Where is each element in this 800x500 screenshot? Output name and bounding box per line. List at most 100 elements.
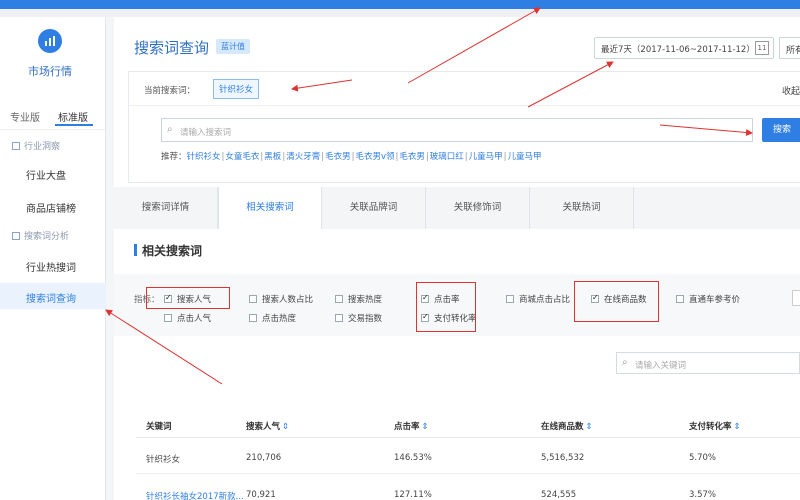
column-header-search-popularity[interactable]: 搜索人气 ⇕ bbox=[246, 420, 289, 432]
sidebar-item-product-ranking[interactable]: 商品店铺榜 bbox=[26, 200, 76, 215]
sidebar-group-label: 搜索词分析 bbox=[24, 232, 70, 242]
recommend-item[interactable]: 毛衣男 bbox=[325, 152, 351, 162]
column-header-click-rate[interactable]: 点击率 ⇕ bbox=[394, 420, 429, 432]
sort-icon[interactable]: ⇕ bbox=[282, 422, 289, 432]
table-cell: 210,706 bbox=[246, 453, 282, 463]
checkbox-label: 直通车参考价 bbox=[689, 295, 741, 305]
sidebar-group-search: 搜索词分析 bbox=[12, 229, 69, 242]
table-cell-keyword: 针织衫女 bbox=[146, 455, 181, 465]
recommend-item[interactable]: 玻璃口红 bbox=[430, 152, 464, 162]
annotation-box bbox=[416, 282, 476, 332]
checkbox-click-heat[interactable]: 点击热度 bbox=[249, 312, 296, 324]
top-bar bbox=[0, 0, 800, 9]
date-range-picker[interactable]: 最近7天（2017-11-06~2017-11-12） 11 bbox=[594, 37, 774, 59]
tab-brand-terms[interactable]: 关联品牌词 bbox=[322, 187, 426, 229]
checkbox-trade-index[interactable]: 交易指数 bbox=[335, 312, 382, 324]
recommend-item[interactable]: 针织衫女 bbox=[187, 152, 221, 162]
tab-hot-terms[interactable]: 关联热词 bbox=[530, 187, 634, 229]
tab-term-detail[interactable]: 搜索词详情 bbox=[114, 187, 218, 229]
folder-icon bbox=[12, 142, 20, 150]
recommend-label: 推荐： bbox=[161, 152, 187, 162]
table-cell: 3.57% bbox=[689, 490, 717, 500]
recommend-item[interactable]: 女童毛衣 bbox=[225, 152, 259, 162]
sidebar: 市场行情 专业版 标准版 行业洞察 行业大盘 商品店铺榜 搜索词分析 行业热搜词 bbox=[0, 17, 106, 500]
checkbox-label: 商城点击占比 bbox=[519, 295, 571, 305]
annotation-box bbox=[146, 287, 230, 309]
keyword-search-input[interactable]: ⌕ 请输入关键词 bbox=[616, 352, 800, 374]
checkbox-box[interactable] bbox=[249, 314, 257, 322]
tab-related-terms[interactable]: 相关搜索词 bbox=[218, 187, 322, 229]
checkbox-mall-click-share[interactable]: 商城点击占比 bbox=[506, 293, 570, 305]
sidebar-group-label: 行业洞察 bbox=[24, 142, 61, 152]
recommend-item[interactable]: 清火牙膏 bbox=[286, 152, 320, 162]
search-placeholder: 请输入搜索词 bbox=[180, 128, 232, 138]
column-header-online-products[interactable]: 在线商品数 ⇕ bbox=[541, 420, 593, 432]
table-row-divider bbox=[136, 473, 800, 474]
page-badge: 蓝计值 bbox=[216, 39, 250, 54]
sort-icon[interactable]: ⇕ bbox=[734, 422, 741, 432]
table-cell: 70,921 bbox=[246, 490, 276, 500]
main-content: 搜索词查询 蓝计值 最近7天（2017-11-06~2017-11-12） 11… bbox=[114, 17, 800, 500]
table-cell: 5.70% bbox=[689, 453, 717, 463]
checkbox-box[interactable] bbox=[335, 295, 343, 303]
checkbox-label: 搜索人数占比 bbox=[262, 295, 314, 305]
sort-icon[interactable]: ⇕ bbox=[422, 422, 429, 432]
folder-icon bbox=[12, 232, 20, 240]
panel-divider bbox=[128, 105, 800, 106]
table-cell-keyword-link[interactable]: 针织衫长袖女2017新款... bbox=[146, 490, 244, 500]
date-range-text: 最近7天（2017-11-06~2017-11-12） bbox=[601, 45, 755, 55]
checkbox-label: 搜索热度 bbox=[348, 295, 383, 305]
table-cell: 146.53% bbox=[394, 453, 432, 463]
all-select[interactable]: 所有 bbox=[779, 37, 800, 59]
app-title: 市场行情 bbox=[28, 65, 72, 78]
checkbox-search-share[interactable]: 搜索人数占比 bbox=[249, 293, 313, 305]
table-header-divider bbox=[136, 437, 800, 438]
version-underline bbox=[55, 124, 93, 126]
sidebar-item-industry-overview[interactable]: 行业大盘 bbox=[26, 167, 66, 182]
collapse-link[interactable]: 收起 bbox=[782, 84, 800, 97]
page-title: 搜索词查询 bbox=[134, 39, 210, 57]
top-bar-strip bbox=[0, 9, 800, 17]
sidebar-divider bbox=[0, 129, 105, 130]
column-header-pay-conversion[interactable]: 支付转化率 ⇕ bbox=[689, 420, 741, 432]
version-tab-pro[interactable]: 专业版 bbox=[10, 109, 40, 124]
recommend-item[interactable]: 儿童马甲 bbox=[469, 152, 503, 162]
table-cell: 524,555 bbox=[541, 490, 577, 500]
chart-icon bbox=[38, 29, 62, 53]
tab-modifier-terms[interactable]: 关联修饰词 bbox=[426, 187, 530, 229]
checkbox-box[interactable] bbox=[335, 314, 343, 322]
checkbox-label: 点击人气 bbox=[177, 314, 212, 324]
recommend-item[interactable]: 儿童马甲 bbox=[508, 152, 542, 162]
checkbox-box[interactable] bbox=[249, 295, 257, 303]
table-cell: 5,516,532 bbox=[541, 453, 585, 463]
current-term-label: 当前搜索词： bbox=[144, 86, 196, 96]
checkbox-search-heat[interactable]: 搜索热度 bbox=[335, 293, 382, 305]
checkbox-label: 交易指数 bbox=[348, 314, 383, 324]
recommend-item[interactable]: 黑板 bbox=[264, 152, 281, 162]
recommend-item[interactable]: 毛衣男v领 bbox=[355, 152, 394, 162]
current-term-tag[interactable]: 针织衫女 bbox=[213, 79, 260, 99]
version-tab-standard[interactable]: 标准版 bbox=[58, 109, 88, 124]
checkbox-label: 点击热度 bbox=[262, 314, 297, 324]
search-icon: ⌕ bbox=[167, 124, 173, 135]
checkbox-ztc-price[interactable]: 直通车参考价 bbox=[676, 293, 740, 305]
filter-more-button[interactable] bbox=[792, 290, 800, 306]
checkbox-click-popularity[interactable]: 点击人气 bbox=[164, 312, 211, 324]
column-header-keyword: 关键词 bbox=[146, 422, 172, 432]
search-icon: ⌕ bbox=[622, 357, 628, 368]
sidebar-item-hot-search[interactable]: 行业热搜词 bbox=[26, 259, 76, 274]
sidebar-item-search-query[interactable]: 搜索词查询 bbox=[26, 290, 76, 305]
table-cell: 127.11% bbox=[394, 490, 432, 500]
search-input[interactable]: ⌕ 请输入搜索词 bbox=[161, 118, 753, 142]
recommend-item[interactable]: 毛衣男 bbox=[399, 152, 425, 162]
annotation-box bbox=[574, 281, 659, 322]
keyword-placeholder: 请输入关键词 bbox=[635, 361, 687, 371]
sidebar-group-industry: 行业洞察 bbox=[12, 139, 60, 152]
search-button[interactable]: 搜索 bbox=[762, 118, 800, 142]
checkbox-box[interactable] bbox=[676, 295, 684, 303]
calendar-icon[interactable]: 11 bbox=[755, 41, 769, 55]
sort-icon[interactable]: ⇕ bbox=[586, 422, 593, 432]
section-accent bbox=[134, 244, 137, 256]
checkbox-box[interactable] bbox=[506, 295, 514, 303]
checkbox-box[interactable] bbox=[164, 314, 172, 322]
